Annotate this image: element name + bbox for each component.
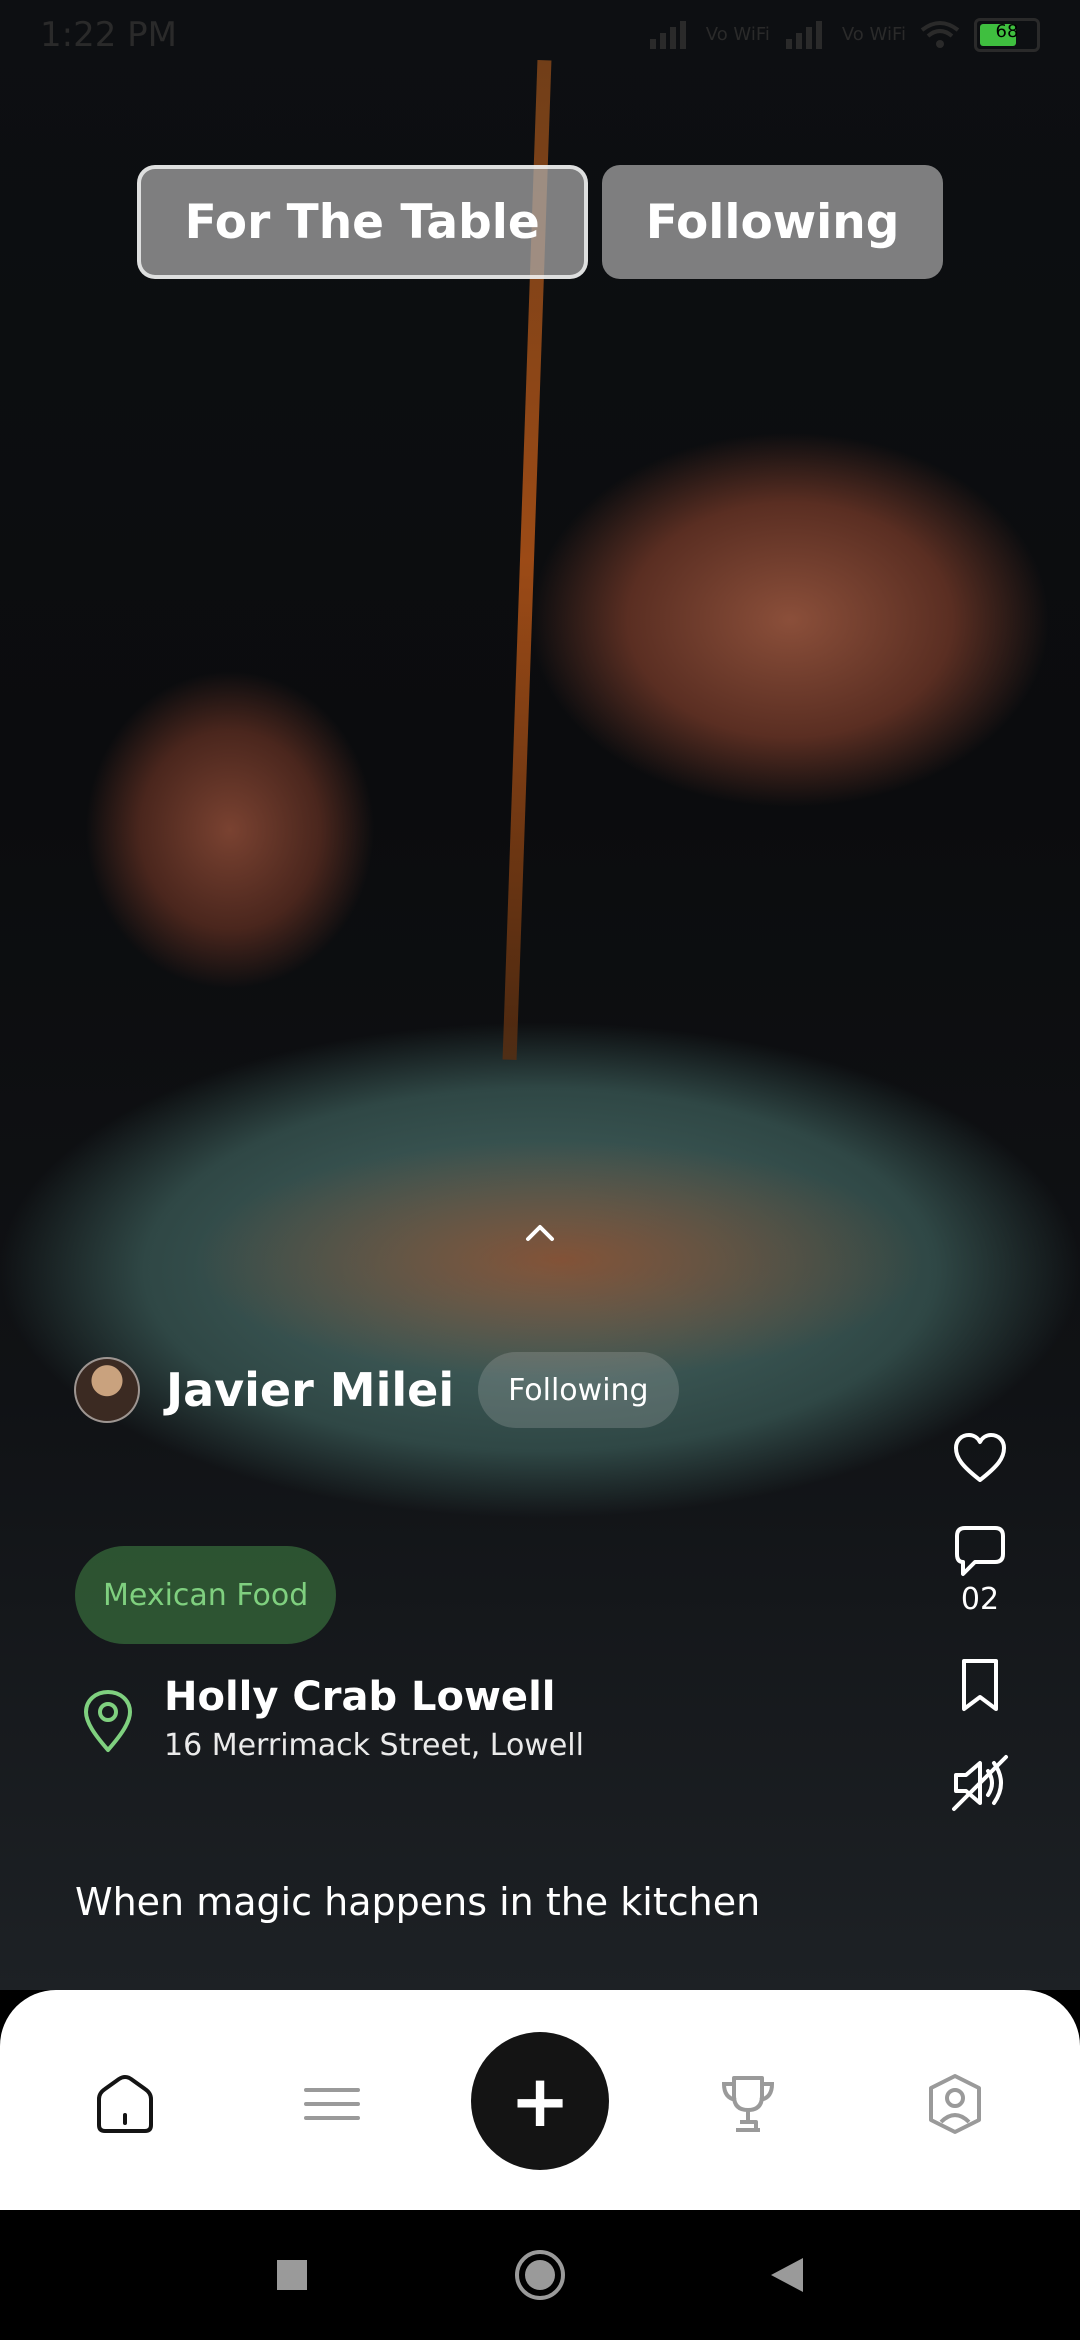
battery-level: 68: [995, 21, 1019, 42]
heart-icon: [954, 1433, 1006, 1482]
status-bar: 1:22 PM Vo WiFi Vo WiFi 68: [0, 0, 1080, 70]
status-time: 1:22 PM: [40, 15, 177, 55]
add-post-button[interactable]: +: [471, 2032, 609, 2170]
tab-for-the-table[interactable]: For The Table: [136, 165, 588, 279]
post-author: Javier Milei Following: [74, 1352, 679, 1428]
nav-leaderboard[interactable]: [712, 2068, 784, 2140]
home-icon: [97, 2075, 153, 2133]
comment-count: 02: [960, 1582, 1000, 1617]
bookmark-button[interactable]: [948, 1657, 1012, 1713]
restaurant-address: 16 Merrimack Street, Lowell: [164, 1728, 584, 1763]
mute-button[interactable]: [948, 1753, 1012, 1813]
comment-icon: [955, 1526, 1005, 1576]
mute-icon: [952, 1755, 1008, 1811]
avatar[interactable]: [74, 1357, 140, 1423]
trophy-icon: [721, 2076, 775, 2132]
square-icon: [277, 2260, 307, 2290]
bottom-navigation: +: [0, 1990, 1080, 2210]
wifi-icon: [920, 21, 960, 48]
signal-icon: [785, 21, 822, 49]
feed-tabs: For The Table Following: [0, 165, 1080, 279]
network-label-1: Vo WiFi: [705, 24, 770, 45]
location-pin-icon: [84, 1690, 132, 1752]
circle-icon: [515, 2250, 565, 2300]
like-button[interactable]: [948, 1432, 1012, 1484]
battery-icon: 68: [974, 18, 1040, 52]
nav-home[interactable]: [89, 2068, 161, 2140]
tab-following[interactable]: Following: [601, 165, 944, 279]
signal-icon: [649, 21, 686, 49]
author-name[interactable]: Javier Milei: [166, 1363, 454, 1417]
post-actions: 02: [940, 1432, 1020, 1813]
system-navigation-bar: [0, 2210, 1080, 2340]
recents-button[interactable]: [262, 2210, 322, 2340]
nav-feed[interactable]: [296, 2068, 368, 2140]
restaurant-name: Holly Crab Lowell: [164, 1674, 556, 1720]
back-button[interactable]: [762, 2210, 812, 2340]
restaurant-location[interactable]: Holly Crab Lowell 16 Merrimack Street, L…: [80, 1674, 584, 1763]
chevron-up-icon[interactable]: [522, 1215, 558, 1251]
feed-icon: [304, 2088, 360, 2120]
cuisine-tag[interactable]: Mexican Food: [75, 1546, 337, 1644]
follow-button[interactable]: Following: [478, 1352, 679, 1428]
bookmark-icon: [962, 1659, 998, 1711]
comment-button[interactable]: 02: [948, 1524, 1012, 1617]
home-system-button[interactable]: [508, 2210, 572, 2340]
post-caption: When magic happens in the kitchen: [75, 1880, 761, 1924]
nav-profile[interactable]: [919, 2068, 991, 2140]
profile-icon: [929, 2074, 981, 2134]
network-label-2: Vo WiFi: [841, 24, 906, 45]
add-icon: +: [509, 2059, 571, 2143]
back-triangle-icon: [771, 2258, 803, 2292]
